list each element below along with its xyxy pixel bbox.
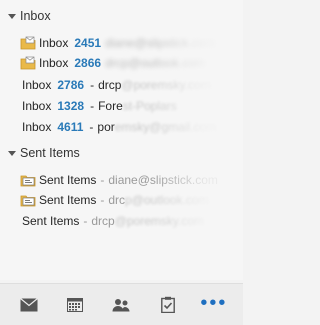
mail-nav-button[interactable]	[14, 290, 44, 320]
inbox-folder-row-5[interactable]: Inbox 4611 - por emsky@gmail.com	[0, 117, 265, 137]
separator: -	[83, 214, 88, 228]
sent-items-folder-row-3[interactable]: Sent Items - drcp @poremsky.com	[0, 211, 265, 231]
folder-mail-icon	[20, 36, 36, 50]
inbox-folder-row-2[interactable]: Inbox 2866 drcp@outlook.com	[0, 53, 263, 73]
folder-label: Sent Items	[39, 173, 97, 187]
folder-label: Inbox	[22, 78, 52, 92]
account-prefix: Fore	[98, 99, 123, 113]
separator: -	[90, 78, 95, 92]
account-name: diane@slipstick.com	[108, 173, 218, 187]
inbox-group-header[interactable]: Inbox	[8, 8, 51, 24]
separator: -	[100, 173, 105, 187]
unread-count: 4611	[57, 120, 84, 134]
navigation-bar: •••	[0, 283, 243, 325]
sent-items-group-header[interactable]: Sent Items	[8, 145, 80, 161]
tasks-icon	[160, 296, 175, 313]
folder-label: Inbox	[39, 56, 69, 70]
account-name: st-Poplars	[122, 99, 177, 113]
sent-items-folder-row-1[interactable]: Sent Items - diane@slipstick.com	[0, 170, 263, 190]
collapse-triangle-icon[interactable]	[8, 150, 16, 156]
tasks-nav-button[interactable]	[153, 290, 183, 320]
account-name: emsky@gmail.com	[114, 120, 217, 134]
inbox-folder-row-3[interactable]: Inbox 2786 - drcp @poremsky.com	[0, 75, 265, 95]
folder-pane: Inbox Inbox 2451 diane@slipstick.com Inb…	[0, 0, 243, 280]
account-prefix: por	[97, 120, 115, 134]
account-name: p@outlook.com	[125, 193, 209, 207]
account-name: @poremsky.com	[121, 78, 211, 92]
folder-label: Inbox	[22, 120, 52, 134]
sent-items-group-label: Sent Items	[20, 146, 80, 160]
separator: -	[90, 99, 95, 113]
calendar-icon	[67, 297, 84, 312]
separator: -	[89, 120, 94, 134]
account-name: drcp@outlook.com	[105, 56, 206, 70]
separator: -	[100, 193, 105, 207]
folder-label: Sent Items	[22, 214, 80, 228]
more-nav-button[interactable]: •••	[199, 290, 229, 320]
folder-label: Inbox	[22, 99, 52, 113]
inbox-folder-row-1[interactable]: Inbox 2451 diane@slipstick.com	[0, 33, 263, 53]
folder-mail-icon	[20, 56, 36, 70]
calendar-nav-button[interactable]	[60, 290, 90, 320]
unread-count: 2786	[57, 78, 85, 92]
account-prefix: drcp	[98, 78, 122, 92]
unread-count: 2451	[74, 36, 102, 50]
collapse-triangle-icon[interactable]	[8, 13, 16, 19]
folder-label: Inbox	[39, 36, 69, 50]
more-icon: •••	[200, 291, 228, 314]
account-prefix: drc	[108, 193, 126, 207]
account-name: @poremsky.com	[114, 214, 205, 228]
inbox-group-label: Inbox	[20, 9, 51, 23]
mail-icon	[20, 297, 38, 311]
folder-sent-icon	[20, 195, 36, 207]
folder-sent-icon	[20, 175, 36, 187]
sent-items-folder-row-2[interactable]: Sent Items - drc p@outlook.com	[0, 190, 263, 210]
folder-label: Sent Items	[39, 193, 97, 207]
inbox-folder-row-4[interactable]: Inbox 1328 - Fore st-Poplars	[0, 96, 265, 116]
people-icon	[112, 298, 130, 311]
unread-count: 2866	[74, 56, 102, 70]
people-nav-button[interactable]	[106, 290, 136, 320]
account-name: diane@slipstick.com	[105, 36, 215, 50]
unread-count: 1328	[57, 99, 85, 113]
account-prefix: drcp	[91, 214, 115, 228]
